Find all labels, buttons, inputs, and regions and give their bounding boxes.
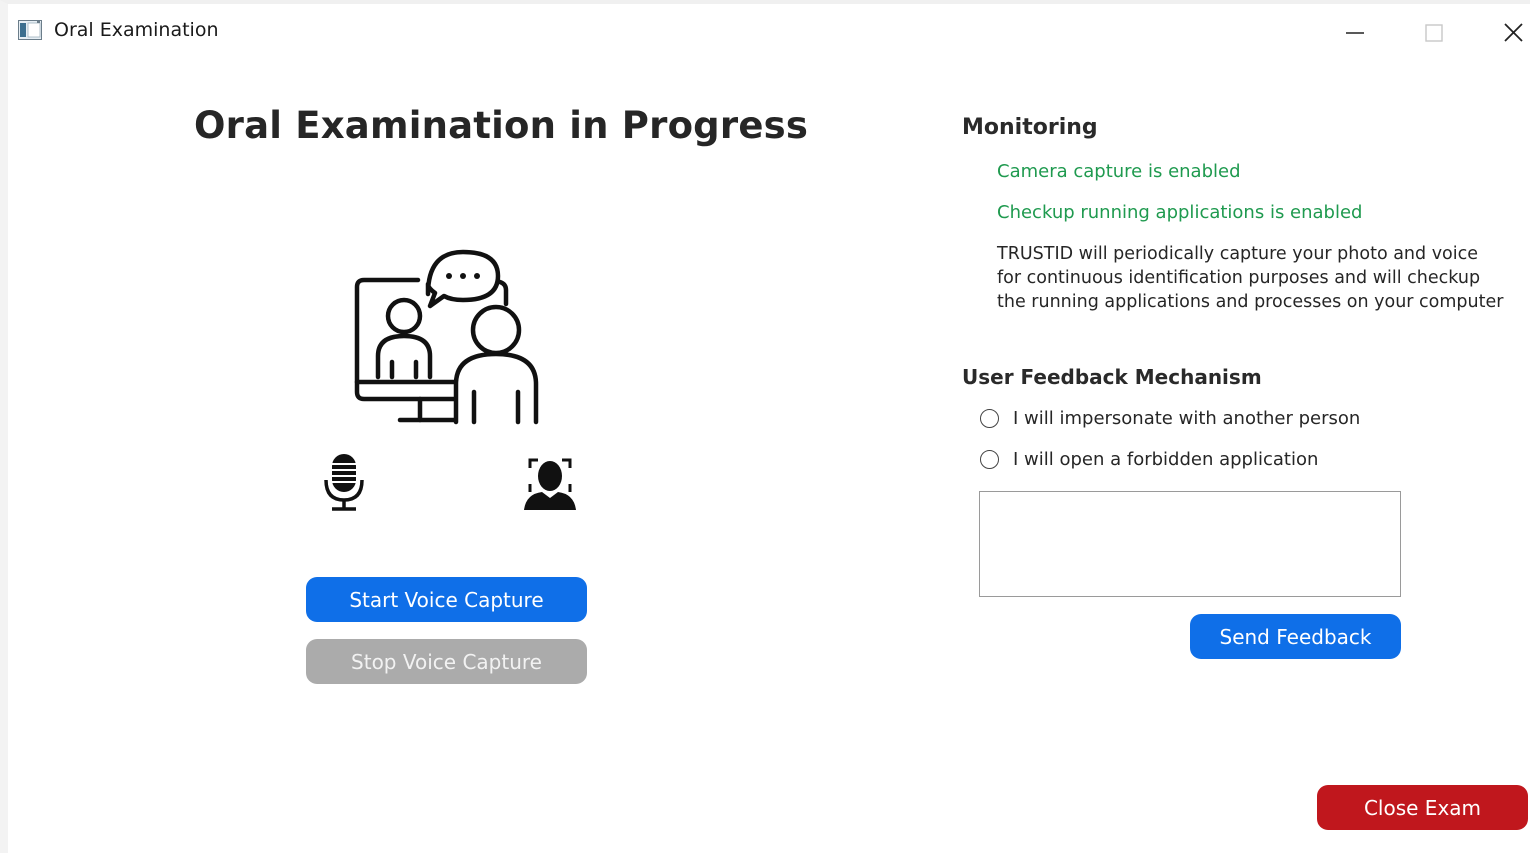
info-line: for continuous identification purposes a… [997, 268, 1481, 288]
maximize-button[interactable] [1412, 12, 1456, 52]
info-line: TRUSTID will periodically capture your p… [997, 244, 1479, 264]
close-icon [1504, 23, 1523, 42]
monitoring-heading: Monitoring [962, 115, 1098, 140]
feedback-heading: User Feedback Mechanism [962, 365, 1262, 389]
radio-button[interactable] [980, 409, 999, 428]
radio-label: I will impersonate with another person [1013, 408, 1361, 429]
info-line: the running applications and processes o… [997, 292, 1504, 312]
apps-status-text: Checkup running applications is enabled [997, 202, 1363, 223]
maximize-icon [1425, 24, 1443, 42]
monitoring-info-text: TRUSTID will periodically capture your p… [997, 242, 1517, 314]
app-window: Oral Examination Oral Examination in Pro… [0, 0, 1530, 853]
window-title: Oral Examination [54, 19, 219, 41]
page-title: Oral Examination in Progress [194, 104, 809, 147]
microphone-icon [324, 454, 364, 511]
feedback-option-forbidden-app[interactable]: I will open a forbidden application [980, 449, 1318, 470]
radio-label: I will open a forbidden application [1013, 449, 1319, 470]
video-call-illustration-icon [354, 249, 539, 425]
radio-button[interactable] [980, 450, 999, 469]
minimize-button[interactable] [1333, 12, 1377, 52]
feedback-option-impersonate[interactable]: I will impersonate with another person [980, 408, 1360, 429]
face-scan-icon [524, 458, 576, 510]
close-exam-button[interactable]: Close Exam [1317, 785, 1528, 830]
close-window-button[interactable] [1492, 12, 1530, 52]
app-icon [18, 20, 42, 40]
send-feedback-button[interactable]: Send Feedback [1190, 614, 1401, 659]
stop-voice-capture-button[interactable]: Stop Voice Capture [306, 639, 587, 684]
feedback-text-input[interactable] [979, 491, 1401, 597]
minimize-icon [1346, 32, 1364, 34]
camera-status-text: Camera capture is enabled [997, 161, 1241, 182]
title-bar: Oral Examination [8, 4, 1530, 56]
start-voice-capture-button[interactable]: Start Voice Capture [306, 577, 587, 622]
